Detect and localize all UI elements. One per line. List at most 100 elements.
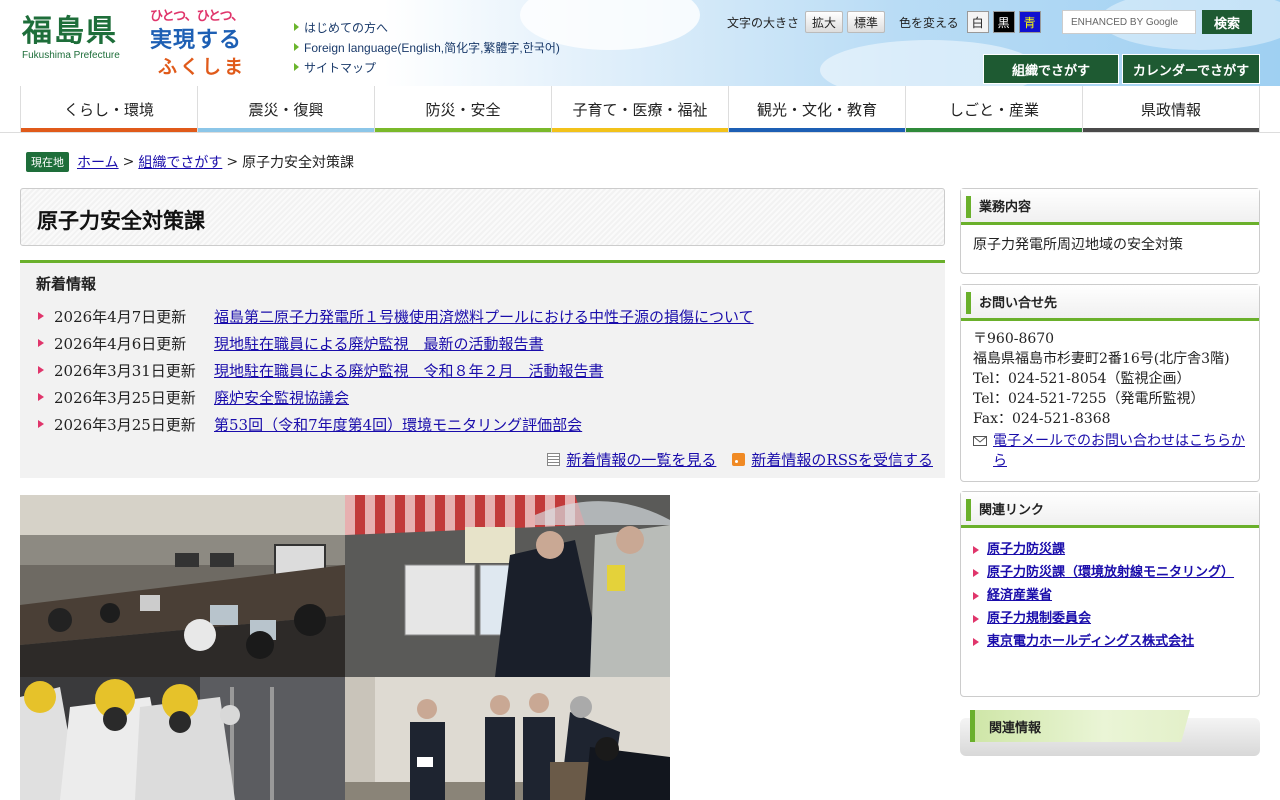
triangle-icon bbox=[294, 23, 299, 31]
gnav-disaster-recovery[interactable]: 震災・復興 bbox=[198, 86, 375, 133]
related-link[interactable]: 原子力防災課 bbox=[987, 540, 1065, 559]
site-search: ENHANCED BY Google 検索 bbox=[1062, 10, 1252, 34]
photo-meeting-room bbox=[20, 495, 345, 677]
breadcrumb-separator: > bbox=[122, 154, 135, 170]
news-section: 新着情報 2026年4月7日更新 福島第二原子力発電所１号機使用済燃料プールにおけ… bbox=[20, 260, 945, 478]
logo-roman: Fukushima Prefecture bbox=[22, 50, 120, 61]
news-list-link[interactable]: 新着情報の一覧を見る bbox=[547, 449, 716, 470]
gnav-work-industry[interactable]: しごと・産業 bbox=[906, 86, 1083, 133]
related-info-panel: 関連情報 bbox=[960, 710, 1260, 756]
bullet-icon bbox=[38, 312, 44, 320]
news-link[interactable]: 現地駐在職員による廃炉監視 令和８年２月 活動報告書 bbox=[214, 360, 604, 381]
news-item: 2026年3月25日更新 第53回（令和7年度第4回）環境モニタリング評価部会 bbox=[38, 413, 582, 435]
gnav-safety[interactable]: 防災・安全 bbox=[375, 86, 552, 133]
color-change-label: 色を変える bbox=[899, 15, 959, 30]
list-icon bbox=[547, 453, 561, 466]
related-link-item: 原子力規制委員会 bbox=[973, 609, 1247, 628]
link-foreign-language[interactable]: Foreign language(English,简化字,繁體字,한국어) bbox=[294, 37, 560, 57]
search-button[interactable]: 検索 bbox=[1202, 10, 1252, 34]
news-link[interactable]: 第53回（令和7年度第4回）環境モニタリング評価部会 bbox=[214, 414, 582, 435]
news-heading: 新着情報 bbox=[36, 275, 97, 293]
rss-icon bbox=[732, 453, 746, 466]
contact-fax: Fax：024-521-8368 bbox=[973, 411, 1111, 427]
triangle-icon bbox=[294, 63, 299, 71]
font-standard-button[interactable]: 標準 bbox=[847, 11, 886, 33]
color-black-button[interactable]: 黒 bbox=[992, 11, 1015, 33]
photo-exhibit-booth bbox=[345, 495, 670, 677]
bullet-icon bbox=[973, 569, 979, 577]
bullet-icon bbox=[973, 638, 979, 646]
slogan-line1: ひとつ、ひとつ、 bbox=[150, 9, 244, 24]
related-link[interactable]: 原子力防災課（環境放射線モニタリング） bbox=[987, 563, 1234, 582]
triangle-icon bbox=[294, 43, 299, 51]
duty-panel: 業務内容 原子力発電所周辺地域の安全対策 bbox=[960, 188, 1260, 274]
bullet-icon bbox=[973, 546, 979, 554]
page-title-box: 原子力安全対策課 bbox=[20, 188, 945, 246]
bullet-icon bbox=[973, 615, 979, 623]
site-header: 福島県 Fukushima Prefecture ひとつ、ひとつ、 実現する ふ… bbox=[0, 0, 1280, 86]
breadcrumb-org[interactable]: 組織でさがす bbox=[138, 152, 222, 172]
gnav-tourism-culture[interactable]: 観光・文化・教育 bbox=[729, 86, 906, 133]
link-first-time[interactable]: はじめての方へ bbox=[294, 17, 560, 37]
header-links: はじめての方へ Foreign language(English,简化字,繁體字… bbox=[294, 17, 560, 77]
gnav-life-environment[interactable]: くらし・環境 bbox=[20, 86, 198, 133]
logo-kanji: 福島県 bbox=[22, 14, 118, 49]
color-white-button[interactable]: 白 bbox=[966, 11, 989, 33]
related-link-item: 東京電力ホールディングス株式会社 bbox=[973, 632, 1247, 651]
photo-plant-workers bbox=[20, 677, 345, 800]
related-link[interactable]: 東京電力ホールディングス株式会社 bbox=[987, 632, 1194, 651]
news-item: 2026年4月7日更新 福島第二原子力発電所１号機使用済燃料プールにおける中性子源… bbox=[38, 305, 754, 327]
duty-text: 原子力発電所周辺地域の安全対策 bbox=[973, 237, 1183, 253]
news-footer: 新着情報の一覧を見る 新着情報のRSSを受信する bbox=[547, 449, 933, 470]
contact-panel: お問い合せ先 〒960-8670 福島県福島市杉妻町2番16号(北庁舎3階) T… bbox=[960, 284, 1260, 482]
contact-heading: お問い合せ先 bbox=[961, 285, 1259, 321]
news-link[interactable]: 福島第二原子力発電所１号機使用済燃料プールにおける中性子源の損傷について bbox=[214, 306, 754, 327]
related-link-item: 経済産業省 bbox=[973, 586, 1247, 605]
font-size-label: 文字の大きさ bbox=[727, 15, 800, 30]
contact-tel-2: Tel：024-521-7255（発電所監視） bbox=[973, 391, 1205, 407]
related-link[interactable]: 原子力規制委員会 bbox=[987, 609, 1091, 628]
site-logo[interactable]: 福島県 Fukushima Prefecture bbox=[22, 14, 120, 61]
bullet-icon bbox=[38, 339, 44, 347]
related-link-item: 原子力防災課 bbox=[973, 540, 1247, 559]
slogan-line3: ふくしま bbox=[158, 56, 247, 78]
gnav-childcare-medical[interactable]: 子育て・医療・福祉 bbox=[552, 86, 729, 133]
current-location-badge: 現在地 bbox=[26, 152, 69, 172]
related-links-heading: 関連リンク bbox=[961, 492, 1259, 528]
mail-icon bbox=[973, 436, 987, 446]
search-input[interactable]: ENHANCED BY Google bbox=[1062, 10, 1196, 34]
contact-postal: 〒960-8670 bbox=[973, 331, 1055, 347]
divider bbox=[0, 132, 1280, 133]
font-enlarge-button[interactable]: 拡大 bbox=[805, 11, 844, 33]
calendar-search-button[interactable]: カレンダーでさがす bbox=[1122, 54, 1260, 84]
slogan-logo: ひとつ、ひとつ、 実現する ふくしま bbox=[150, 8, 246, 80]
photo-collage bbox=[20, 495, 670, 800]
breadcrumb-separator: > bbox=[226, 154, 239, 170]
contact-address: 福島県福島市杉妻町2番16号(北庁舎3階) bbox=[973, 351, 1230, 367]
link-sitemap[interactable]: サイトマップ bbox=[294, 57, 560, 77]
contact-email-link[interactable]: 電子メールでのお問い合わせはこちらから bbox=[993, 431, 1247, 471]
related-links-panel: 関連リンク 原子力防災課 原子力防災課（環境放射線モニタリング） 経済産業省 原… bbox=[960, 491, 1260, 697]
contact-tel-1: Tel：024-521-8054（監視企画） bbox=[973, 371, 1191, 387]
page-title: 原子力安全対策課 bbox=[37, 209, 205, 233]
duty-heading: 業務内容 bbox=[961, 189, 1259, 225]
news-item: 2026年4月6日更新 現地駐在職員による廃炉監視 最新の活動報告書 bbox=[38, 332, 544, 354]
color-blue-button[interactable]: 青 bbox=[1018, 11, 1041, 33]
related-info-heading: 関連情報 bbox=[970, 710, 1190, 742]
breadcrumb-current: 原子力安全対策課 bbox=[242, 155, 355, 171]
bullet-icon bbox=[38, 393, 44, 401]
news-link[interactable]: 廃炉安全監視協議会 bbox=[214, 387, 349, 408]
org-search-button[interactable]: 組織でさがす bbox=[983, 54, 1119, 84]
bullet-icon bbox=[973, 592, 979, 600]
related-link-item: 原子力防災課（環境放射線モニタリング） bbox=[973, 563, 1247, 582]
accessibility-tools: 文字の大きさ 拡大 標準 色を変える 白 黒 青 bbox=[727, 11, 1041, 33]
related-link[interactable]: 経済産業省 bbox=[987, 586, 1052, 605]
breadcrumb-home[interactable]: ホーム bbox=[77, 152, 119, 172]
global-nav: くらし・環境 震災・復興 防災・安全 子育て・医療・福祉 観光・文化・教育 しご… bbox=[20, 86, 1260, 133]
news-link[interactable]: 現地駐在職員による廃炉監視 最新の活動報告書 bbox=[214, 333, 544, 354]
news-item: 2026年3月31日更新 現地駐在職員による廃炉監視 令和８年２月 活動報告書 bbox=[38, 359, 604, 381]
bullet-icon bbox=[38, 366, 44, 374]
gnav-government[interactable]: 県政情報 bbox=[1083, 86, 1260, 133]
news-rss-link[interactable]: 新着情報のRSSを受信する bbox=[732, 449, 933, 470]
photo-officials bbox=[345, 677, 670, 800]
